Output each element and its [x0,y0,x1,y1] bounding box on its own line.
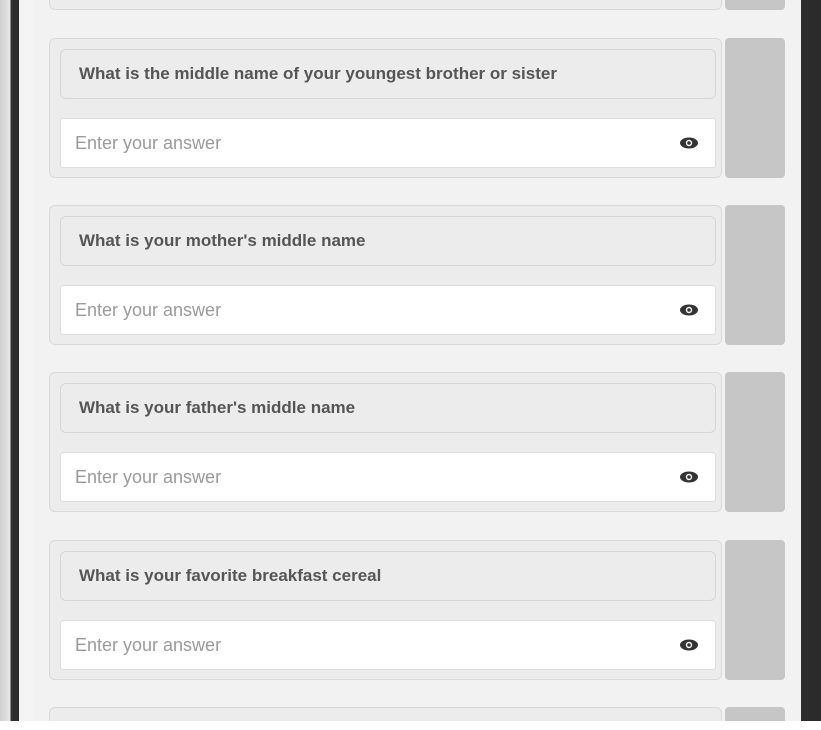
answer-input[interactable] [61,453,661,501]
security-questions-panel[interactable]: What is the middle name of your youngest… [33,0,801,721]
eye-icon[interactable] [679,637,699,653]
card-side-bar [725,707,785,721]
security-question-card: What is the middle name of your youngest… [49,38,785,178]
security-question-card-partial-bottom [49,707,785,721]
eye-icon[interactable] [679,135,699,151]
card-body [49,707,722,721]
card-side-bar [725,205,785,345]
answer-input[interactable] [61,621,661,669]
card-body: What is your father's middle name [49,372,722,512]
window-frame-left [0,0,19,721]
card-body: What is the middle name of your youngest… [49,38,722,178]
security-question-label: What is your father's middle name [60,383,716,433]
page: What is the middle name of your youngest… [0,0,821,730]
answer-field-container [60,285,716,335]
window-frame-right [801,0,821,721]
security-question-label: What is the middle name of your youngest… [60,49,716,99]
eye-icon[interactable] [679,302,699,318]
answer-field-container [60,620,716,670]
card-side-bar [725,372,785,512]
card-body: What is your mother's middle name [49,205,722,345]
eye-icon[interactable] [679,469,699,485]
security-question-card-partial-top [49,0,785,10]
security-question-card: What is your father's middle name [49,372,785,512]
panel-edge [19,0,33,721]
security-question-card: What is your mother's middle name [49,205,785,345]
answer-field-container [60,118,716,168]
card-side-bar [725,0,785,10]
card-body: What is your favorite breakfast cereal [49,540,722,680]
security-question-label: What is your mother's middle name [60,216,716,266]
card-side-bar [725,540,785,680]
security-question-card: What is your favorite breakfast cereal [49,540,785,680]
security-question-label: What is your favorite breakfast cereal [60,551,716,601]
card-body [49,0,722,10]
card-side-bar [725,38,785,178]
answer-input[interactable] [61,286,661,334]
answer-field-container [60,452,716,502]
answer-input[interactable] [61,119,661,167]
